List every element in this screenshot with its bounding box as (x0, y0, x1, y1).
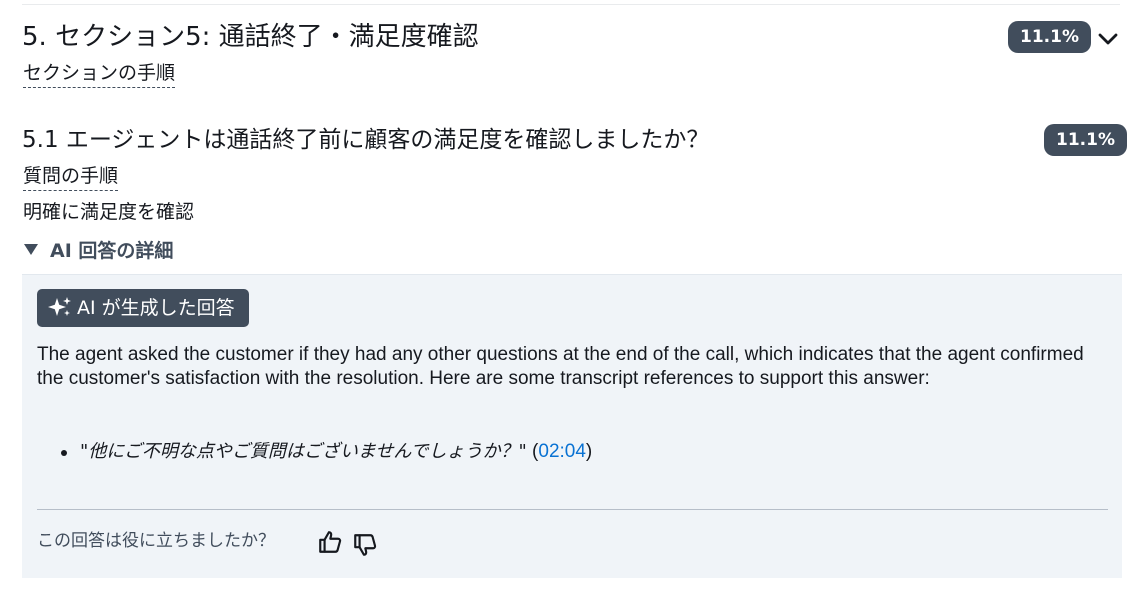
reference-close-paren: ) (585, 441, 593, 462)
ai-details-label: AI 回答の詳細 (50, 240, 174, 262)
question-title: 5.1 エージェントは通話終了前に顧客の満足度を確認しましたか？ (22, 127, 710, 153)
ai-generated-chip: AI が生成した回答 (37, 289, 249, 327)
section-title: 5. セクション5: 通話終了・満足度確認 (22, 22, 479, 52)
section-score-badge: 11.1% (1008, 21, 1091, 53)
evaluation-page: 5. セクション5: 通話終了・満足度確認 11.1% セクションの手順 5.1… (0, 0, 1140, 594)
reference-list: "他にご不明な点やご質問はございませんでしょうか？" (02:04) (37, 438, 592, 466)
panel-divider (37, 509, 1108, 510)
question-steps-link[interactable]: 質問の手順 (23, 162, 119, 191)
feedback-prompt: この回答は役に立ちましたか？ (37, 531, 275, 551)
reference-item: "他にご不明な点やご質問はございませんでしょうか？" (02:04) (37, 438, 592, 466)
ai-answer-panel: AI が生成した回答 The agent asked the customer … (22, 274, 1122, 578)
question-instruction: 明確に満足度を確認 (23, 201, 195, 223)
thumbs-up-icon[interactable] (317, 529, 343, 555)
section-steps-link[interactable]: セクションの手順 (23, 59, 176, 88)
sparkle-icon (48, 297, 71, 316)
top-divider (22, 4, 1120, 5)
reference-timestamp-link[interactable]: 02:04 (538, 441, 586, 462)
chevron-down-icon[interactable] (1096, 27, 1120, 51)
thumbs-down-icon[interactable] (352, 532, 378, 558)
ai-details-toggle[interactable]: AI 回答の詳細 (24, 237, 173, 265)
ai-answer-text: The agent asked the customer if they had… (37, 344, 1084, 389)
question-score-badge: 11.1% (1044, 124, 1127, 156)
reference-quote: "他にご不明な点やご質問はございませんでしょうか？" (80, 441, 527, 462)
reference-open-paren: ( (526, 441, 539, 462)
ai-chip-label: AI が生成した回答 (77, 297, 235, 319)
bullet (61, 450, 67, 456)
caret-down-icon (24, 244, 38, 255)
